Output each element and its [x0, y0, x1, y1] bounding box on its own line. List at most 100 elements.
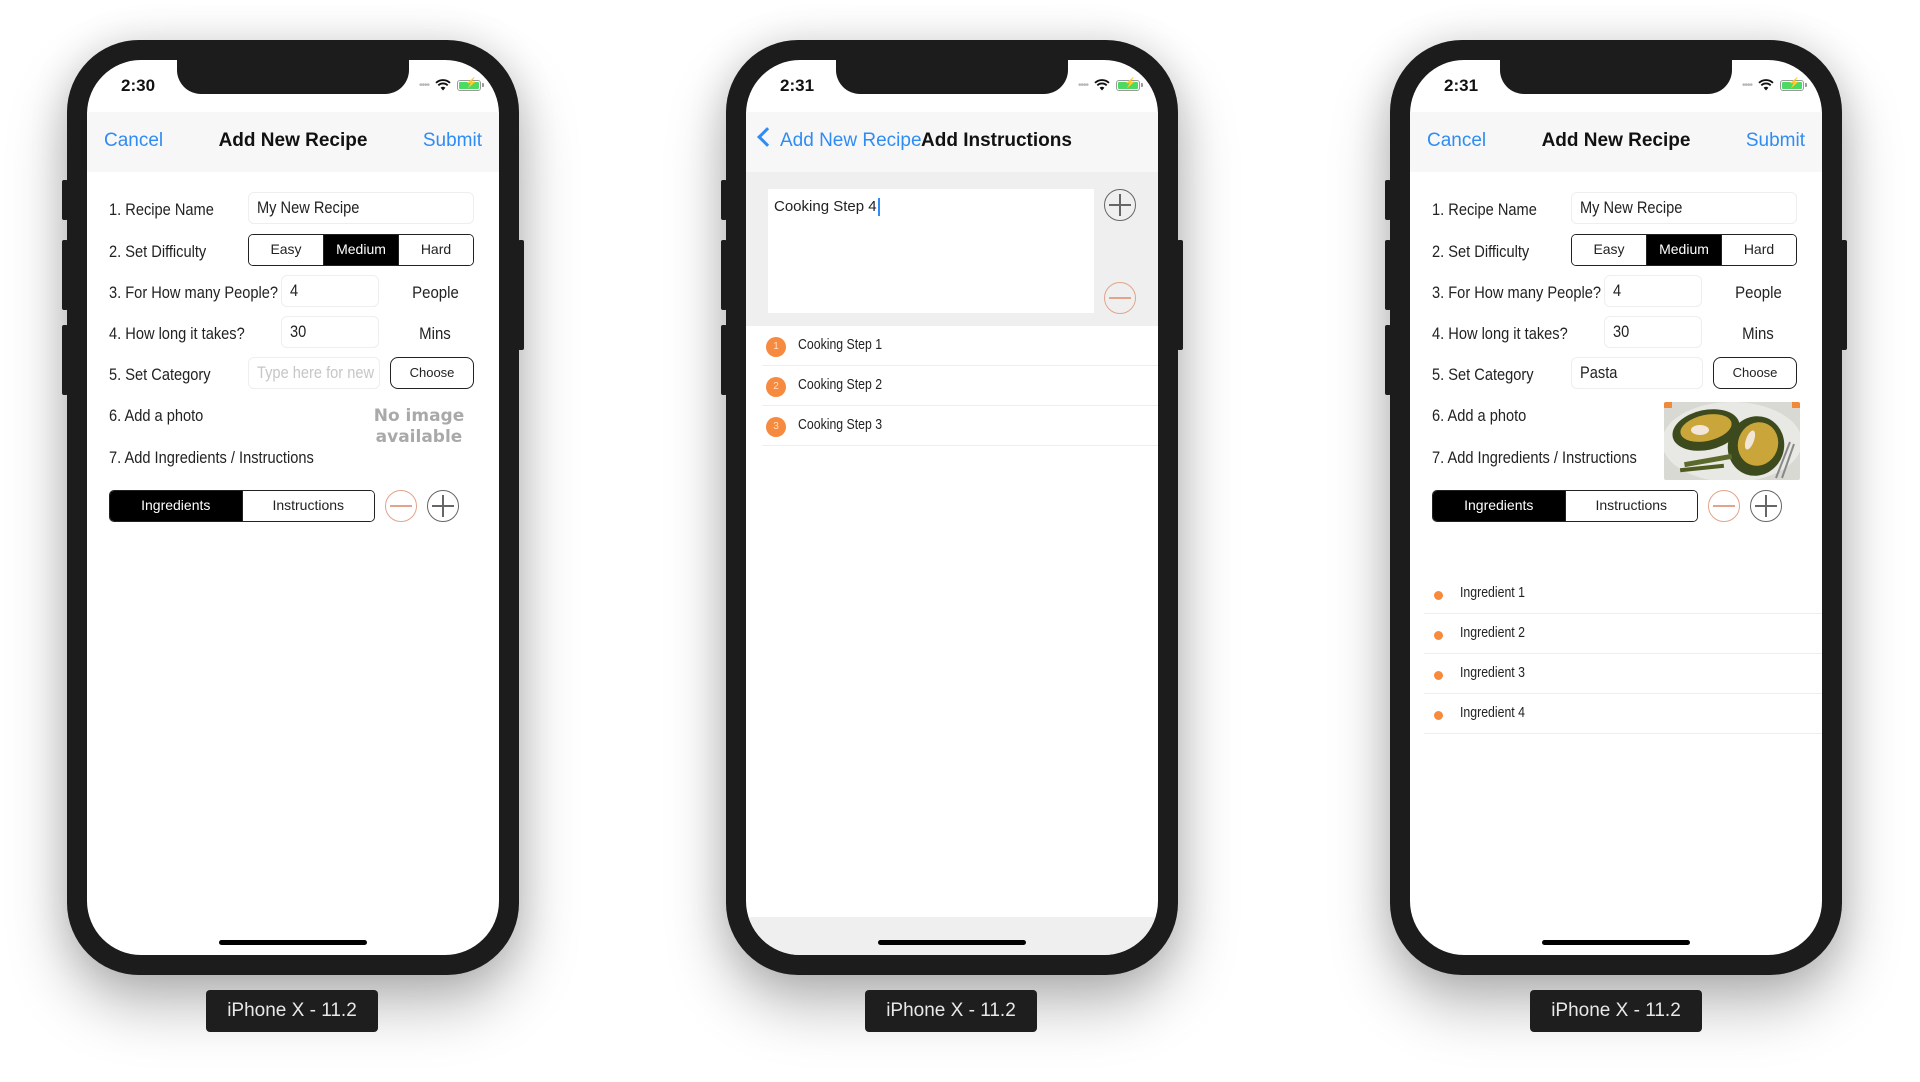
- difficulty-easy[interactable]: Easy: [1572, 235, 1647, 265]
- home-indicator[interactable]: [878, 940, 1026, 945]
- difficulty-label: 2. Set Difficulty: [1432, 242, 1530, 261]
- add-item-button[interactable]: [1750, 490, 1782, 522]
- ingredients-instructions-tabs[interactable]: Ingredients Instructions: [109, 490, 375, 522]
- step-text: Cooking Step 2: [798, 376, 883, 393]
- photo-label: 6. Add a photo: [1432, 406, 1527, 425]
- category-label: 5. Set Category: [1432, 365, 1534, 384]
- screen: 2:31 •••• ⚡ Cancel Add New Recipe Submit…: [1410, 60, 1822, 955]
- volume-up-button: [1385, 240, 1391, 310]
- battery-charging-icon: ⚡: [1780, 78, 1807, 91]
- tab-instructions[interactable]: Instructions: [242, 491, 374, 521]
- list-item[interactable]: Ingredient 4: [1424, 694, 1822, 734]
- people-unit-label: People: [1735, 283, 1782, 302]
- bullet-icon: [1434, 631, 1443, 640]
- navigation-bar: Cancel Add New Recipe Submit: [87, 112, 499, 172]
- add-step-button[interactable]: [1104, 189, 1136, 221]
- tab-ingredients[interactable]: Ingredients: [110, 491, 243, 521]
- choose-category-button[interactable]: Choose: [390, 357, 474, 389]
- back-button[interactable]: Add New Recipe: [757, 127, 922, 152]
- list-item[interactable]: 1 Cooking Step 1: [762, 326, 1158, 366]
- time-field[interactable]: 30: [281, 316, 379, 348]
- category-field[interactable]: Type here for new: [248, 357, 380, 389]
- ingredients-instructions-tabs[interactable]: Ingredients Instructions: [1432, 490, 1698, 522]
- time-label: 4. How long it takes?: [1432, 324, 1568, 343]
- cancel-button[interactable]: Cancel: [1427, 130, 1486, 152]
- cancel-button[interactable]: Cancel: [104, 130, 163, 152]
- ingredient-text: Ingredient 3: [1460, 664, 1525, 681]
- home-indicator[interactable]: [1542, 940, 1690, 945]
- remove-step-button[interactable]: [1104, 282, 1136, 314]
- tab-ingredients[interactable]: Ingredients: [1433, 491, 1566, 521]
- device-frame-1: 2:30 •••• ⚡ Cancel Add New Recipe Submit…: [62, 40, 524, 975]
- home-indicator[interactable]: [219, 940, 367, 945]
- mute-switch: [62, 180, 68, 220]
- step-text: Cooking Step 1: [798, 336, 883, 353]
- volume-up-button: [721, 240, 727, 310]
- photo-label: 6. Add a photo: [109, 406, 204, 425]
- battery-charging-icon: ⚡: [1116, 78, 1143, 91]
- power-button: [1177, 240, 1183, 350]
- step-text: Cooking Step 3: [798, 416, 883, 433]
- steps-list: 1 Cooking Step 1 2 Cooking Step 2 3 Cooking…: [762, 326, 1158, 446]
- notch: [836, 60, 1068, 94]
- list-item[interactable]: Ingredient 3: [1424, 654, 1822, 694]
- chevron-left-icon: [757, 127, 777, 147]
- wifi-icon: [1758, 79, 1774, 91]
- bottom-bar: [746, 917, 1158, 955]
- volume-up-button: [62, 240, 68, 310]
- difficulty-hard[interactable]: Hard: [1722, 235, 1796, 265]
- step-number-badge: 1: [766, 337, 786, 357]
- difficulty-medium[interactable]: Medium: [324, 235, 399, 265]
- time-field[interactable]: 30: [1604, 316, 1702, 348]
- submit-button[interactable]: Submit: [423, 130, 482, 152]
- screen: 2:30 •••• ⚡ Cancel Add New Recipe Submit…: [87, 60, 499, 955]
- choose-category-button[interactable]: Choose: [1713, 357, 1797, 389]
- people-unit-label: People: [412, 283, 459, 302]
- instruction-editor-area: Cooking Step 4: [746, 172, 1158, 326]
- list-item[interactable]: Ingredient 2: [1424, 614, 1822, 654]
- category-field[interactable]: Pasta: [1571, 357, 1703, 389]
- wifi-icon: [435, 79, 451, 91]
- recipe-name-label: 1. Recipe Name: [1432, 200, 1537, 219]
- recipe-name-field[interactable]: My New Recipe: [248, 192, 474, 224]
- volume-down-button: [62, 325, 68, 395]
- step-number-badge: 2: [766, 377, 786, 397]
- signal-dots-icon: ••••: [418, 79, 430, 91]
- ingredients-instructions-label: 7. Add Ingredients / Instructions: [1432, 448, 1637, 467]
- recipe-name-field[interactable]: My New Recipe: [1571, 192, 1797, 224]
- list-item[interactable]: 2 Cooking Step 2: [762, 366, 1158, 406]
- time-label: 4. How long it takes?: [109, 324, 245, 343]
- difficulty-segmented-control[interactable]: Easy Medium Hard: [248, 234, 474, 266]
- people-label: 3. For How many People?: [1432, 283, 1602, 302]
- list-item[interactable]: 3 Cooking Step 3: [762, 406, 1158, 446]
- bullet-icon: [1434, 711, 1443, 720]
- nav-title: Add Instructions: [921, 130, 1072, 151]
- people-field[interactable]: 4: [1604, 275, 1702, 307]
- time-unit-label: Mins: [419, 324, 451, 343]
- navigation-bar: Cancel Add New Recipe Submit: [1410, 112, 1822, 172]
- wifi-icon: [1094, 79, 1110, 91]
- power-button: [1841, 240, 1847, 350]
- people-field[interactable]: 4: [281, 275, 379, 307]
- remove-item-button[interactable]: [1708, 490, 1740, 522]
- remove-item-button[interactable]: [385, 490, 417, 522]
- ingredient-text: Ingredient 1: [1460, 584, 1525, 601]
- volume-down-button: [1385, 325, 1391, 395]
- add-item-button[interactable]: [427, 490, 459, 522]
- difficulty-hard[interactable]: Hard: [399, 235, 473, 265]
- device-label-3: iPhone X - 11.2: [1530, 990, 1702, 1032]
- difficulty-easy[interactable]: Easy: [249, 235, 324, 265]
- difficulty-segmented-control[interactable]: Easy Medium Hard: [1571, 234, 1797, 266]
- difficulty-medium[interactable]: Medium: [1647, 235, 1722, 265]
- tab-instructions[interactable]: Instructions: [1565, 491, 1697, 521]
- signal-dots-icon: ••••: [1077, 79, 1089, 91]
- submit-button[interactable]: Submit: [1746, 130, 1805, 152]
- navigation-bar: Add New Recipe Add Instructions: [746, 112, 1158, 172]
- status-time: 2:31: [780, 76, 815, 95]
- time-unit-label: Mins: [1742, 324, 1774, 343]
- list-item[interactable]: Ingredient 1: [1424, 574, 1822, 614]
- device-frame-2: 2:31 •••• ⚡ Add New Recipe Add Instructi…: [721, 40, 1183, 975]
- screen: 2:31 •••• ⚡ Add New Recipe Add Instructi…: [746, 60, 1158, 955]
- recipe-name-label: 1. Recipe Name: [109, 200, 214, 219]
- instruction-text-input[interactable]: Cooking Step 4: [768, 189, 1094, 313]
